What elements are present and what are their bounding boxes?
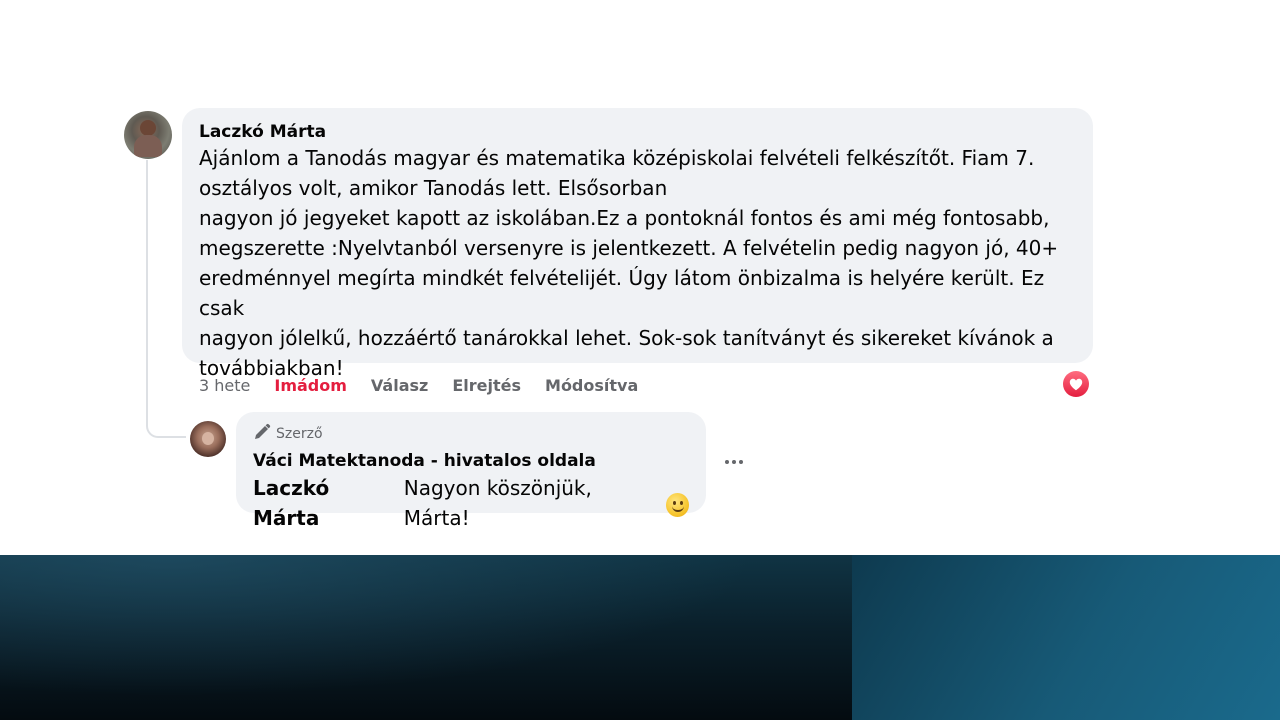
comment-text: Ajánlom a Tanodás magyar és matematika k…	[199, 143, 1076, 383]
comment-text-line: osztályos volt, amikor Tanodás lett. Els…	[199, 176, 668, 200]
pencil-icon	[253, 423, 271, 445]
heart-icon	[1063, 371, 1089, 397]
background-band	[0, 555, 1280, 720]
comment-text-line: Ajánlom a Tanodás magyar és matematika k…	[199, 146, 1035, 170]
thread-connector-line	[146, 160, 186, 438]
comment-text-line: megszerette :Nyelvtanból versenyre is je…	[199, 236, 1059, 260]
reply-button[interactable]: Válasz	[371, 376, 428, 395]
smile-emoji-icon	[665, 493, 689, 517]
author-badge: Szerző	[253, 423, 689, 445]
comment-bubble: Laczkó Márta Ajánlom a Tanodás magyar és…	[182, 108, 1093, 380]
reply-author-name[interactable]: Váci Matektanoda - hivatalos oldala	[253, 449, 689, 473]
hide-button[interactable]: Elrejtés	[452, 376, 521, 395]
reply-message: Nagyon köszönjük, Márta!	[403, 476, 592, 530]
reply-bubble: Szerző Váci Matektanoda - hivatalos olda…	[236, 412, 706, 530]
comment-timestamp[interactable]: 3 hete	[199, 376, 250, 395]
comment-author-name[interactable]: Laczkó Márta	[199, 121, 1076, 143]
commenter-avatar[interactable]	[124, 111, 172, 159]
reply-text: Laczkó Márta Nagyon köszönjük, Márta!	[253, 473, 689, 533]
comment-text-line: nagyon jólelkű, hozzáértő tanárokkal leh…	[199, 326, 1054, 350]
background-teal-panel	[852, 555, 1280, 720]
love-reaction-button[interactable]: Imádom	[274, 376, 347, 395]
reaction-count-badge[interactable]	[1062, 370, 1090, 398]
mention-link[interactable]: Laczkó Márta	[253, 473, 398, 533]
more-options-icon[interactable]	[720, 450, 748, 474]
edited-label[interactable]: Módosítva	[545, 376, 638, 395]
author-badge-label: Szerző	[276, 426, 323, 442]
background-dark-panel	[0, 555, 852, 720]
comment-text-line: nagyon jó jegyeket kapott az iskolában.E…	[199, 206, 1050, 230]
page-avatar[interactable]	[190, 421, 226, 457]
comment-actions: 3 hete Imádom Válasz Elrejtés Módosítva	[199, 373, 638, 397]
comment-text-line: eredménnyel megírta mindkét felvételijét…	[199, 266, 1045, 320]
